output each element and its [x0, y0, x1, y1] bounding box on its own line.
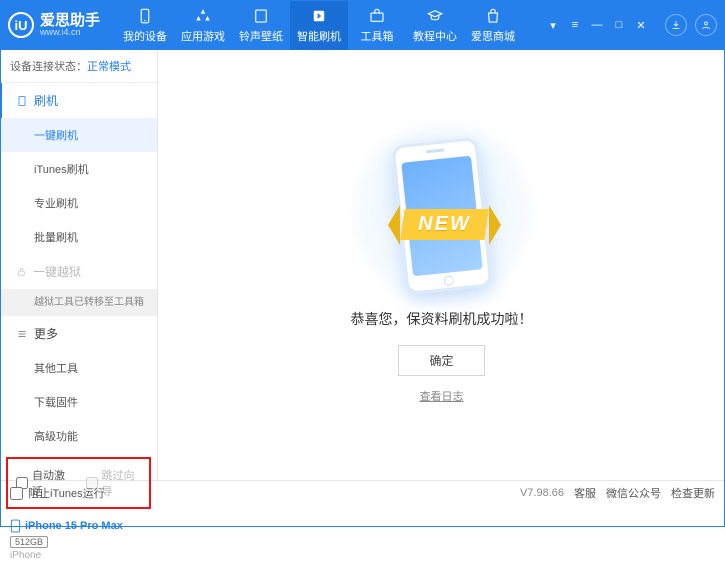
- phone-small-icon: [10, 519, 21, 533]
- flash-icon: [310, 7, 328, 25]
- bag-icon: [484, 7, 502, 25]
- sidebar: 设备连接状态：正常模式 刷机 一键刷机 iTunes刷机 专业刷机 批量刷机 一…: [0, 50, 158, 480]
- menu-icon[interactable]: ▾: [543, 16, 563, 34]
- toolbox-icon: [368, 7, 386, 25]
- document-icon: [16, 95, 28, 107]
- device-storage: 512GB: [10, 536, 48, 548]
- version-label: V7.98.66: [520, 487, 564, 499]
- user-icon: [700, 19, 712, 31]
- device-name[interactable]: iPhone 15 Pro Max: [10, 519, 147, 533]
- success-illustration: NEW: [367, 127, 517, 297]
- nav-apps[interactable]: 应用游戏: [174, 0, 232, 50]
- nav-flash[interactable]: 智能刷机: [290, 0, 348, 50]
- list-icon: [16, 328, 28, 340]
- device-info: iPhone 15 Pro Max 512GB iPhone: [0, 513, 157, 569]
- phone-icon: [136, 7, 154, 25]
- new-ribbon: NEW: [359, 205, 531, 245]
- logo-badge-icon: iU: [8, 12, 34, 38]
- download-button[interactable]: [665, 14, 687, 36]
- apps-icon: [194, 7, 212, 25]
- nav-toolbox[interactable]: 工具箱: [348, 0, 406, 50]
- sidebar-item-oneclick-flash[interactable]: 一键刷机: [0, 118, 157, 152]
- nav-ringtones[interactable]: 铃声壁纸: [232, 0, 290, 50]
- download-icon: [670, 19, 682, 31]
- graduation-icon: [426, 7, 444, 25]
- view-log-link[interactable]: 查看日志: [420, 388, 464, 404]
- top-nav: 我的设备 应用游戏 铃声壁纸 智能刷机 工具箱 教程中心 爱思商城: [116, 0, 522, 50]
- logo[interactable]: iU 爱思助手 www.i4.cn: [8, 12, 116, 38]
- sidebar-item-download-firmware[interactable]: 下载固件: [0, 385, 157, 419]
- nav-my-device[interactable]: 我的设备: [116, 0, 174, 50]
- account-button[interactable]: [695, 14, 717, 36]
- sidebar-section-more: 更多 其他工具 下载固件 高级功能: [0, 316, 157, 453]
- ok-button[interactable]: 确定: [398, 345, 484, 376]
- footer-link-support[interactable]: 客服: [574, 485, 596, 501]
- block-itunes-input[interactable]: [10, 487, 23, 500]
- jailbreak-note: 越狱工具已转移至工具箱: [0, 289, 157, 316]
- app-header: iU 爱思助手 www.i4.cn 我的设备 应用游戏 铃声壁纸 智能刷机 工具…: [0, 0, 725, 50]
- device-status: 设备连接状态：正常模式: [0, 50, 157, 83]
- sidebar-item-batch-flash[interactable]: 批量刷机: [0, 220, 157, 254]
- list-icon[interactable]: ≡: [565, 16, 585, 34]
- sidebar-item-other-tools[interactable]: 其他工具: [0, 351, 157, 385]
- sidebar-head-more[interactable]: 更多: [0, 316, 157, 351]
- minimize-icon[interactable]: —: [587, 16, 607, 34]
- close-icon[interactable]: ✕: [631, 16, 651, 34]
- options-highlight: 自动激活 跳过向导: [6, 457, 151, 509]
- maximize-icon[interactable]: □: [609, 16, 629, 34]
- sidebar-item-itunes-flash[interactable]: iTunes刷机: [0, 152, 157, 186]
- sidebar-item-pro-flash[interactable]: 专业刷机: [0, 186, 157, 220]
- nav-mall[interactable]: 爱思商城: [464, 0, 522, 50]
- lock-icon: [16, 266, 27, 277]
- footer-link-wechat[interactable]: 微信公众号: [606, 485, 661, 501]
- checkbox-block-itunes[interactable]: 阻止iTunes运行: [10, 485, 105, 501]
- sidebar-item-advanced[interactable]: 高级功能: [0, 419, 157, 453]
- sidebar-head-flash[interactable]: 刷机: [0, 83, 157, 118]
- nav-tutorial[interactable]: 教程中心: [406, 0, 464, 50]
- sidebar-section-jailbreak: 一键越狱 越狱工具已转移至工具箱: [0, 254, 157, 316]
- sidebar-head-jailbreak: 一键越狱: [0, 254, 157, 289]
- device-type: iPhone: [10, 550, 147, 561]
- sidebar-section-flash: 刷机 一键刷机 iTunes刷机 专业刷机 批量刷机: [0, 83, 157, 254]
- brand-url: www.i4.cn: [40, 28, 100, 37]
- main-content: NEW 恭喜您，保资料刷机成功啦！ 确定 查看日志: [158, 50, 725, 480]
- window-controls: ▾ ≡ — □ ✕: [543, 16, 657, 34]
- header-right: ▾ ≡ — □ ✕: [543, 14, 717, 36]
- brand-name: 爱思助手: [40, 13, 100, 28]
- footer-link-update[interactable]: 检查更新: [671, 485, 715, 501]
- wallpaper-icon: [252, 7, 270, 25]
